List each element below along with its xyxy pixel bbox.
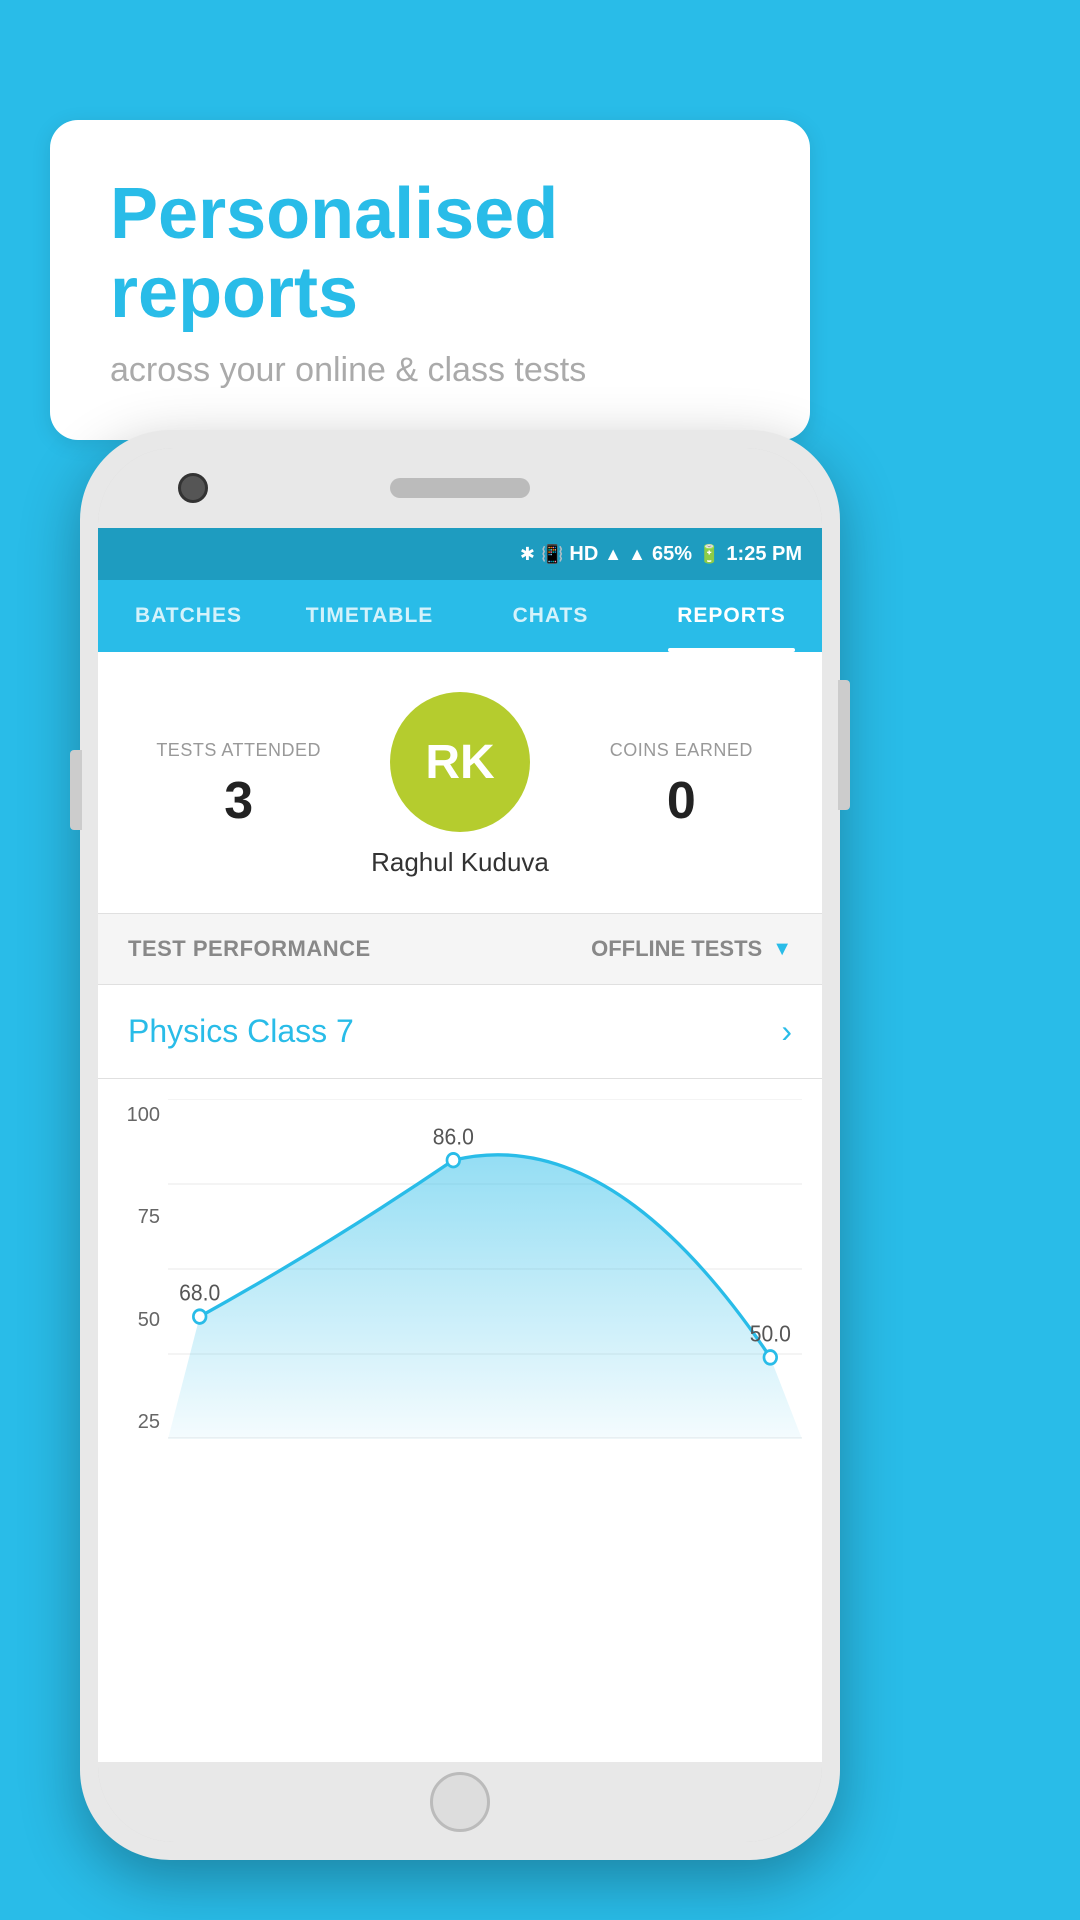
wifi-icon: ▲: [604, 544, 622, 565]
avatar: RK: [390, 692, 530, 832]
data-label-2: 86.0: [433, 1124, 474, 1150]
y-axis: 100 75 50 25: [108, 1099, 168, 1439]
phone-bezel-bottom: [98, 1762, 822, 1842]
chart-area: 68.0 86.0 50.0: [168, 1099, 802, 1439]
chart-svg: 68.0 86.0 50.0: [168, 1099, 802, 1439]
vibrate-icon: 📳: [541, 544, 563, 565]
data-label-3: 50.0: [750, 1321, 791, 1347]
speech-bubble: Personalised reports across your online …: [50, 120, 810, 440]
performance-label: TEST PERFORMANCE: [128, 936, 371, 962]
battery-percent: 65%: [652, 543, 692, 566]
status-icons: ✱ 📳 HD ▲ ▲ 65% 🔋 1:25 PM: [520, 543, 802, 566]
filter-section: TEST PERFORMANCE OFFLINE TESTS ▼: [98, 914, 822, 985]
avatar-initials: RK: [425, 735, 494, 790]
bluetooth-icon: ✱: [520, 544, 535, 565]
chart-fill: [168, 1155, 802, 1439]
class-name: Physics Class 7: [128, 1013, 354, 1050]
y-label-75: 75: [108, 1206, 168, 1229]
signal-icon: ▲: [628, 544, 646, 565]
coins-earned-label: COINS EARNED: [571, 740, 792, 761]
chart-container: 100 75 50 25: [108, 1099, 812, 1439]
home-button[interactable]: [430, 1772, 490, 1832]
side-button-left: [70, 750, 82, 830]
speaker: [390, 478, 530, 498]
front-camera: [178, 473, 208, 503]
y-label-50: 50: [108, 1309, 168, 1332]
user-name: Raghul Kuduva: [371, 847, 549, 878]
tests-attended-value: 3: [128, 771, 349, 831]
tests-attended-label: TESTS ATTENDED: [128, 740, 349, 761]
y-label-25: 25: [108, 1411, 168, 1434]
phone-bezel-top: [98, 448, 822, 528]
time: 1:25 PM: [726, 543, 802, 566]
avatar-container: RK Raghul Kuduva: [349, 692, 570, 878]
chevron-down-icon: ▼: [772, 938, 792, 961]
bubble-subtitle: across your online & class tests: [110, 351, 750, 390]
data-point-3: [764, 1351, 777, 1365]
y-label-100: 100: [108, 1104, 168, 1127]
coins-earned-box: COINS EARNED 0: [571, 740, 792, 831]
tab-timetable[interactable]: TIMETABLE: [279, 580, 460, 652]
phone-inner: ✱ 📳 HD ▲ ▲ 65% 🔋 1:25 PM BATCHES TIMETAB…: [98, 448, 822, 1842]
screen: ✱ 📳 HD ▲ ▲ 65% 🔋 1:25 PM BATCHES TIMETAB…: [98, 528, 822, 1762]
chart-section: 100 75 50 25: [98, 1079, 822, 1439]
coins-earned-value: 0: [571, 771, 792, 831]
chevron-right-icon: ›: [781, 1013, 792, 1050]
data-label-1: 68.0: [179, 1280, 220, 1306]
bubble-title: Personalised reports: [110, 175, 750, 333]
offline-tests-dropdown[interactable]: OFFLINE TESTS ▼: [591, 936, 792, 962]
side-button-right: [838, 680, 850, 810]
data-point-1: [193, 1310, 206, 1324]
nav-tabs: BATCHES TIMETABLE CHATS REPORTS: [98, 580, 822, 652]
profile-section: TESTS ATTENDED 3 RK Raghul Kuduva COINS …: [98, 652, 822, 914]
offline-tests-label: OFFLINE TESTS: [591, 936, 762, 962]
tab-reports[interactable]: REPORTS: [641, 580, 822, 652]
data-point-2: [447, 1153, 460, 1167]
phone-mockup: ✱ 📳 HD ▲ ▲ 65% 🔋 1:25 PM BATCHES TIMETAB…: [80, 430, 840, 1860]
class-row[interactable]: Physics Class 7 ›: [98, 985, 822, 1079]
tests-attended-box: TESTS ATTENDED 3: [128, 740, 349, 831]
battery-icon: 🔋: [698, 544, 720, 565]
tab-batches[interactable]: BATCHES: [98, 580, 279, 652]
status-bar: ✱ 📳 HD ▲ ▲ 65% 🔋 1:25 PM: [98, 528, 822, 580]
tab-chats[interactable]: CHATS: [460, 580, 641, 652]
hd-label: HD: [569, 543, 598, 566]
